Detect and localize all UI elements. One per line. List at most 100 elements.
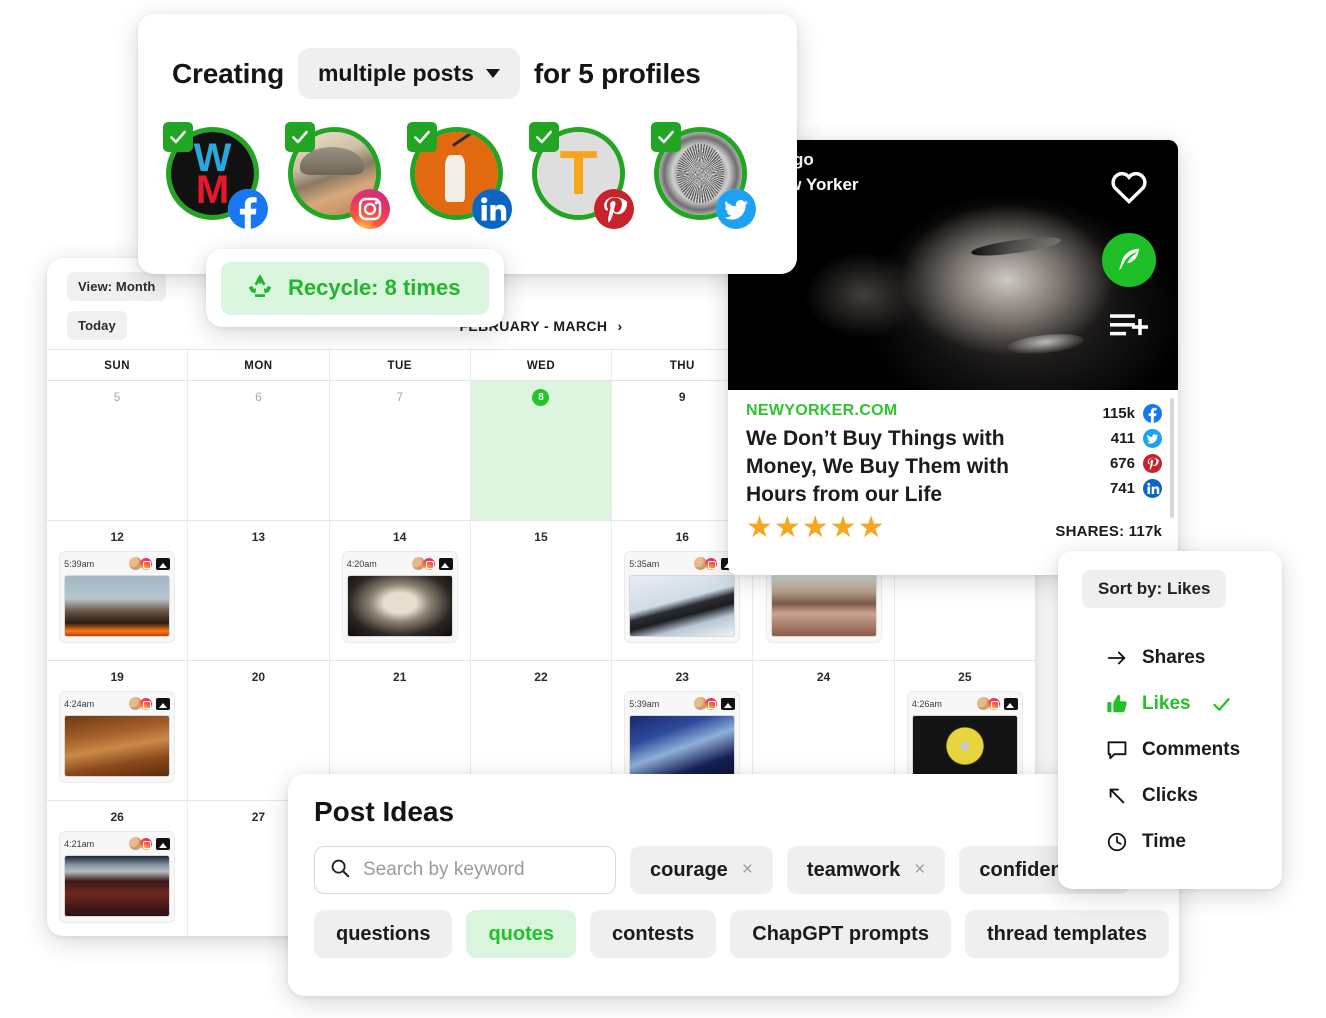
calendar-day-cell[interactable]: 8	[470, 381, 613, 520]
sort-option-time[interactable]: Time	[1058, 819, 1282, 865]
calendar-day-number: 23	[675, 670, 689, 684]
calendar-event-card[interactable]: 4:24am	[59, 691, 176, 783]
remove-tag-icon[interactable]: ×	[914, 859, 925, 881]
view-month-button[interactable]: View: Month	[67, 272, 167, 301]
calendar-day-number: 20	[251, 670, 266, 684]
calendar-event-card[interactable]: 5:39am	[59, 551, 176, 643]
pinterest-icon	[594, 189, 634, 229]
post-stat-row: 676	[1110, 454, 1162, 473]
checkmark-icon[interactable]	[407, 122, 437, 152]
calendar-day-cell[interactable]: 7	[330, 381, 471, 520]
event-time: 4:20am	[346, 558, 377, 569]
event-thumbnail	[346, 575, 453, 637]
event-header: 4:26am	[912, 696, 1018, 711]
category-chip-chapgpt-prompts[interactable]: ChapGPT prompts	[730, 910, 951, 958]
arrow-right-icon	[1106, 647, 1128, 669]
category-chip-label: ChapGPT prompts	[752, 922, 929, 945]
today-button[interactable]: Today	[67, 311, 127, 340]
instagram-icon	[140, 837, 153, 850]
calendar-event-card[interactable]: 4:21am	[59, 831, 176, 923]
post-ideas-title: Post Ideas	[314, 796, 455, 827]
post-body: NEWYORKER.COM We Don’t Buy Things with M…	[728, 390, 1178, 543]
post-type-dropdown[interactable]: multiple posts	[297, 48, 520, 99]
keyword-tag-teamwork[interactable]: teamwork ×	[786, 846, 946, 894]
checkmark-icon[interactable]	[285, 122, 315, 152]
event-time: 4:21am	[64, 838, 95, 849]
profile-avatar-twitter[interactable]	[651, 122, 756, 229]
linkedin-icon	[1143, 479, 1162, 498]
calendar-day-cell[interactable]: 13	[188, 521, 330, 660]
keyword-tag-label: courage	[650, 858, 728, 881]
calendar-event-card[interactable]: 5:39am	[624, 691, 741, 783]
category-chip-quotes[interactable]: quotes	[466, 910, 577, 958]
instagram-icon	[140, 557, 153, 570]
search-box[interactable]	[314, 846, 616, 894]
event-thumbnail	[64, 575, 171, 637]
calendar-day-cell[interactable]: 15	[471, 521, 613, 660]
calendar-day-number: 22	[534, 670, 548, 684]
category-chip-contests[interactable]: contests	[590, 910, 717, 958]
event-thumbnail	[629, 575, 736, 637]
post-card-scrollbar[interactable]	[1170, 398, 1174, 518]
sort-option-comments[interactable]: Comments	[1058, 727, 1282, 773]
post-stat-value: 741	[1109, 480, 1135, 497]
checkmark-icon[interactable]	[651, 122, 681, 152]
remove-tag-icon[interactable]: ×	[742, 859, 753, 881]
event-thumbnail	[64, 855, 171, 917]
profile-avatars	[138, 99, 797, 229]
calendar-day-number: 15	[534, 530, 548, 544]
checkmark-icon[interactable]	[163, 122, 193, 152]
creating-suffix-label: for 5 profiles	[533, 57, 701, 89]
calendar-day-cell[interactable]: 19 4:24am	[47, 661, 189, 800]
calendar-day-number: 19	[110, 670, 124, 684]
sort-option-likes[interactable]: Likes	[1058, 681, 1282, 727]
sort-option-shares[interactable]: Shares	[1058, 635, 1282, 681]
calendar-day-cell[interactable]: 12 5:39am	[47, 521, 189, 660]
sort-option-label: Comments	[1142, 739, 1241, 760]
calendar-day-cell[interactable]: 14 4:20am	[330, 521, 471, 660]
category-chip-thread-templates[interactable]: thread templates	[964, 910, 1169, 958]
post-stat-value: 411	[1110, 430, 1135, 447]
profile-avatar-instagram[interactable]	[285, 122, 390, 229]
post-ideas-panel: Post Ideas courage×teamwork×confidence× …	[288, 774, 1179, 996]
image-type-icon	[1003, 697, 1018, 710]
calendar-event-card[interactable]: 4:26am	[906, 691, 1023, 783]
category-chip-label: questions	[336, 922, 431, 945]
category-chip-questions[interactable]: questions	[314, 910, 453, 958]
profile-avatar-linkedin[interactable]	[407, 122, 512, 229]
event-time: 5:39am	[64, 558, 95, 569]
screenshot-stage: View: Month Today FEBRUARY - MARCH › SUN M…	[0, 0, 1326, 1018]
calendar-event-card[interactable]: 5:35am	[624, 551, 741, 643]
sort-option-clicks[interactable]: Clicks	[1058, 773, 1282, 819]
post-title: We Don’t Buy Things with Money, We Buy T…	[746, 427, 1009, 506]
calendar-day-cell[interactable]: 26 4:21am	[47, 801, 189, 936]
calendar-day-cell[interactable]: 6	[188, 381, 330, 520]
add-to-queue-icon[interactable]	[1110, 311, 1148, 346]
calendar-event-card[interactable]: 4:20am	[341, 551, 458, 643]
sort-option-label: Shares	[1142, 647, 1206, 668]
image-type-icon	[156, 557, 171, 570]
chevron-down-icon	[485, 69, 500, 78]
post-shares-total: SHARES: 117k	[1055, 523, 1162, 540]
category-chip-label: thread templates	[986, 922, 1147, 945]
event-thumbnail	[64, 715, 171, 777]
calendar-day-number: 14	[393, 530, 407, 544]
profile-avatar-facebook[interactable]	[163, 122, 268, 229]
compose-feather-button[interactable]	[1102, 233, 1156, 287]
next-month-chevron-icon[interactable]: ›	[617, 318, 622, 334]
thumbs-up-icon	[1106, 693, 1128, 715]
creating-headline-row: Creating multiple posts for 5 profiles	[138, 48, 797, 99]
creating-prefix-label: Creating	[172, 57, 284, 89]
search-input[interactable]	[363, 859, 601, 881]
recycle-label: Recycle: 8 times	[288, 275, 461, 300]
checkmark-icon[interactable]	[529, 122, 559, 152]
sort-options-list: Shares Likes Comments Clicks Time	[1058, 619, 1282, 865]
calendar-day-number: 12	[110, 530, 124, 544]
recycle-card[interactable]: Recycle: 8 times	[206, 249, 504, 327]
keyword-tag-courage[interactable]: courage ×	[630, 846, 773, 894]
heart-icon[interactable]	[1109, 168, 1149, 209]
calendar-day-cell[interactable]: 5	[47, 381, 189, 520]
profile-avatar-pinterest[interactable]	[529, 122, 634, 229]
event-header: 5:39am	[629, 696, 736, 711]
sort-by-button[interactable]: Sort by: Likes	[1082, 570, 1227, 608]
